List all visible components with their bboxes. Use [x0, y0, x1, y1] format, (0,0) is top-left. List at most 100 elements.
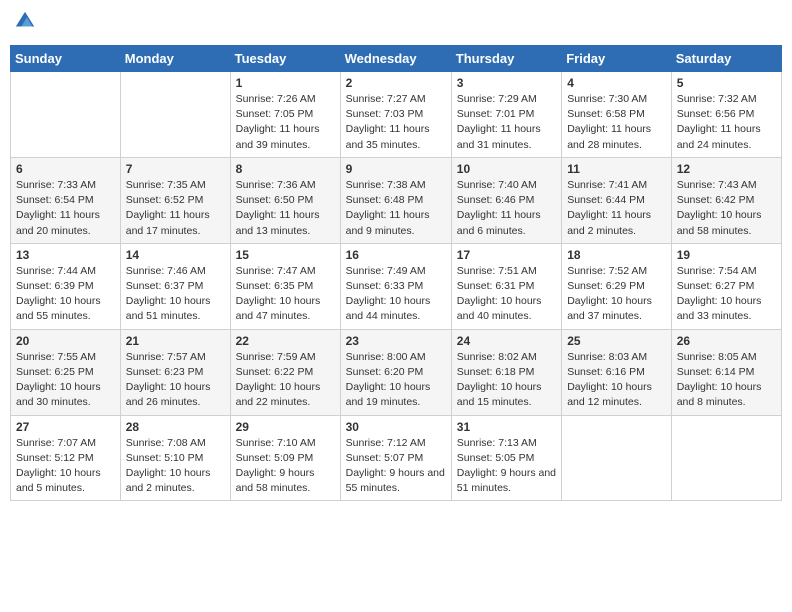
- calendar-cell: 10 Sunrise: 7:40 AM Sunset: 6:46 PM Dayli…: [451, 157, 561, 243]
- day-info: Sunrise: 8:05 AM Sunset: 6:14 PM Dayligh…: [677, 350, 776, 411]
- calendar-table: SundayMondayTuesdayWednesdayThursdayFrid…: [10, 45, 782, 501]
- day-info: Sunrise: 7:27 AM Sunset: 7:03 PM Dayligh…: [346, 92, 446, 153]
- calendar-cell: 19 Sunrise: 7:54 AM Sunset: 6:27 PM Dayli…: [671, 243, 781, 329]
- day-number: 1: [236, 76, 335, 90]
- day-info: Sunrise: 7:44 AM Sunset: 6:39 PM Dayligh…: [16, 264, 115, 325]
- day-info: Sunrise: 7:40 AM Sunset: 6:46 PM Dayligh…: [457, 178, 556, 239]
- day-info: Sunrise: 7:38 AM Sunset: 6:48 PM Dayligh…: [346, 178, 446, 239]
- day-number: 12: [677, 162, 776, 176]
- day-number: 8: [236, 162, 335, 176]
- day-info: Sunrise: 7:47 AM Sunset: 6:35 PM Dayligh…: [236, 264, 335, 325]
- calendar-week-row: 1 Sunrise: 7:26 AM Sunset: 7:05 PM Daylig…: [11, 72, 782, 158]
- day-info: Sunrise: 7:43 AM Sunset: 6:42 PM Dayligh…: [677, 178, 776, 239]
- calendar-cell: 27Sunrise: 7:07 AM Sunset: 5:12 PM Dayli…: [11, 415, 121, 501]
- day-info: Sunrise: 7:26 AM Sunset: 7:05 PM Dayligh…: [236, 92, 335, 153]
- calendar-cell: 21 Sunrise: 7:57 AM Sunset: 6:23 PM Dayli…: [120, 329, 230, 415]
- weekday-header-saturday: Saturday: [671, 46, 781, 72]
- day-info: Sunrise: 7:51 AM Sunset: 6:31 PM Dayligh…: [457, 264, 556, 325]
- calendar-cell: 22 Sunrise: 7:59 AM Sunset: 6:22 PM Dayli…: [230, 329, 340, 415]
- calendar-cell: [120, 72, 230, 158]
- day-number: 27: [16, 420, 115, 434]
- calendar-cell: 11Sunrise: 7:41 AM Sunset: 6:44 PM Dayli…: [562, 157, 672, 243]
- day-number: 30: [346, 420, 446, 434]
- day-number: 21: [126, 334, 225, 348]
- calendar-cell: 5 Sunrise: 7:32 AM Sunset: 6:56 PM Daylig…: [671, 72, 781, 158]
- day-info: Sunrise: 7:29 AM Sunset: 7:01 PM Dayligh…: [457, 92, 556, 153]
- calendar-cell: 30 Sunrise: 7:12 AM Sunset: 5:07 PM Dayli…: [340, 415, 451, 501]
- weekday-header-monday: Monday: [120, 46, 230, 72]
- calendar-cell: 15 Sunrise: 7:47 AM Sunset: 6:35 PM Dayli…: [230, 243, 340, 329]
- weekday-header-tuesday: Tuesday: [230, 46, 340, 72]
- day-number: 22: [236, 334, 335, 348]
- day-info: Sunrise: 7:41 AM Sunset: 6:44 PM Dayligh…: [567, 178, 666, 239]
- day-number: 16: [346, 248, 446, 262]
- logo: [14, 10, 38, 37]
- calendar-cell: 23Sunrise: 8:00 AM Sunset: 6:20 PM Dayli…: [340, 329, 451, 415]
- calendar-cell: 20 Sunrise: 7:55 AM Sunset: 6:25 PM Dayli…: [11, 329, 121, 415]
- day-number: 10: [457, 162, 556, 176]
- day-info: Sunrise: 7:33 AM Sunset: 6:54 PM Dayligh…: [16, 178, 115, 239]
- weekday-header-friday: Friday: [562, 46, 672, 72]
- calendar-cell: 7 Sunrise: 7:35 AM Sunset: 6:52 PM Daylig…: [120, 157, 230, 243]
- day-number: 31: [457, 420, 556, 434]
- day-info: Sunrise: 8:03 AM Sunset: 6:16 PM Dayligh…: [567, 350, 666, 411]
- day-info: Sunrise: 7:12 AM Sunset: 5:07 PM Dayligh…: [346, 436, 446, 497]
- day-info: Sunrise: 7:54 AM Sunset: 6:27 PM Dayligh…: [677, 264, 776, 325]
- day-number: 7: [126, 162, 225, 176]
- day-info: Sunrise: 7:59 AM Sunset: 6:22 PM Dayligh…: [236, 350, 335, 411]
- day-number: 17: [457, 248, 556, 262]
- weekday-header-thursday: Thursday: [451, 46, 561, 72]
- calendar-cell: 28Sunrise: 7:08 AM Sunset: 5:10 PM Dayli…: [120, 415, 230, 501]
- page-header: [10, 10, 782, 37]
- day-number: 19: [677, 248, 776, 262]
- day-info: Sunrise: 7:32 AM Sunset: 6:56 PM Dayligh…: [677, 92, 776, 153]
- calendar-week-row: 6 Sunrise: 7:33 AM Sunset: 6:54 PM Daylig…: [11, 157, 782, 243]
- day-number: 2: [346, 76, 446, 90]
- calendar-week-row: 13 Sunrise: 7:44 AM Sunset: 6:39 PM Dayli…: [11, 243, 782, 329]
- day-info: Sunrise: 7:57 AM Sunset: 6:23 PM Dayligh…: [126, 350, 225, 411]
- day-number: 18: [567, 248, 666, 262]
- day-number: 5: [677, 76, 776, 90]
- day-info: Sunrise: 8:02 AM Sunset: 6:18 PM Dayligh…: [457, 350, 556, 411]
- day-number: 13: [16, 248, 115, 262]
- day-number: 3: [457, 76, 556, 90]
- calendar-cell: 8 Sunrise: 7:36 AM Sunset: 6:50 PM Daylig…: [230, 157, 340, 243]
- day-info: Sunrise: 8:00 AM Sunset: 6:20 PM Dayligh…: [346, 350, 446, 411]
- weekday-header-wednesday: Wednesday: [340, 46, 451, 72]
- calendar-cell: 3 Sunrise: 7:29 AM Sunset: 7:01 PM Daylig…: [451, 72, 561, 158]
- logo-icon: [14, 10, 36, 32]
- calendar-cell: [671, 415, 781, 501]
- day-info: Sunrise: 7:36 AM Sunset: 6:50 PM Dayligh…: [236, 178, 335, 239]
- day-number: 4: [567, 76, 666, 90]
- calendar-cell: 14Sunrise: 7:46 AM Sunset: 6:37 PM Dayli…: [120, 243, 230, 329]
- calendar-cell: 6 Sunrise: 7:33 AM Sunset: 6:54 PM Daylig…: [11, 157, 121, 243]
- day-number: 6: [16, 162, 115, 176]
- calendar-cell: 1 Sunrise: 7:26 AM Sunset: 7:05 PM Daylig…: [230, 72, 340, 158]
- day-number: 15: [236, 248, 335, 262]
- calendar-cell: 4 Sunrise: 7:30 AM Sunset: 6:58 PM Daylig…: [562, 72, 672, 158]
- calendar-cell: 26Sunrise: 8:05 AM Sunset: 6:14 PM Dayli…: [671, 329, 781, 415]
- day-info: Sunrise: 7:35 AM Sunset: 6:52 PM Dayligh…: [126, 178, 225, 239]
- calendar-cell: 9 Sunrise: 7:38 AM Sunset: 6:48 PM Daylig…: [340, 157, 451, 243]
- day-info: Sunrise: 7:52 AM Sunset: 6:29 PM Dayligh…: [567, 264, 666, 325]
- calendar-cell: 16 Sunrise: 7:49 AM Sunset: 6:33 PM Dayli…: [340, 243, 451, 329]
- calendar-cell: 25 Sunrise: 8:03 AM Sunset: 6:16 PM Dayli…: [562, 329, 672, 415]
- calendar-cell: 17 Sunrise: 7:51 AM Sunset: 6:31 PM Dayli…: [451, 243, 561, 329]
- day-info: Sunrise: 7:46 AM Sunset: 6:37 PM Dayligh…: [126, 264, 225, 325]
- day-number: 25: [567, 334, 666, 348]
- day-number: 24: [457, 334, 556, 348]
- calendar-week-row: 27Sunrise: 7:07 AM Sunset: 5:12 PM Dayli…: [11, 415, 782, 501]
- day-number: 20: [16, 334, 115, 348]
- day-info: Sunrise: 7:30 AM Sunset: 6:58 PM Dayligh…: [567, 92, 666, 153]
- day-number: 9: [346, 162, 446, 176]
- day-info: Sunrise: 7:55 AM Sunset: 6:25 PM Dayligh…: [16, 350, 115, 411]
- calendar-cell: [562, 415, 672, 501]
- day-info: Sunrise: 7:49 AM Sunset: 6:33 PM Dayligh…: [346, 264, 446, 325]
- calendar-cell: 24 Sunrise: 8:02 AM Sunset: 6:18 PM Dayli…: [451, 329, 561, 415]
- calendar-cell: 12 Sunrise: 7:43 AM Sunset: 6:42 PM Dayli…: [671, 157, 781, 243]
- day-number: 29: [236, 420, 335, 434]
- day-info: Sunrise: 7:10 AM Sunset: 5:09 PM Dayligh…: [236, 436, 335, 497]
- calendar-cell: 13 Sunrise: 7:44 AM Sunset: 6:39 PM Dayli…: [11, 243, 121, 329]
- calendar-cell: 2 Sunrise: 7:27 AM Sunset: 7:03 PM Daylig…: [340, 72, 451, 158]
- calendar-cell: [11, 72, 121, 158]
